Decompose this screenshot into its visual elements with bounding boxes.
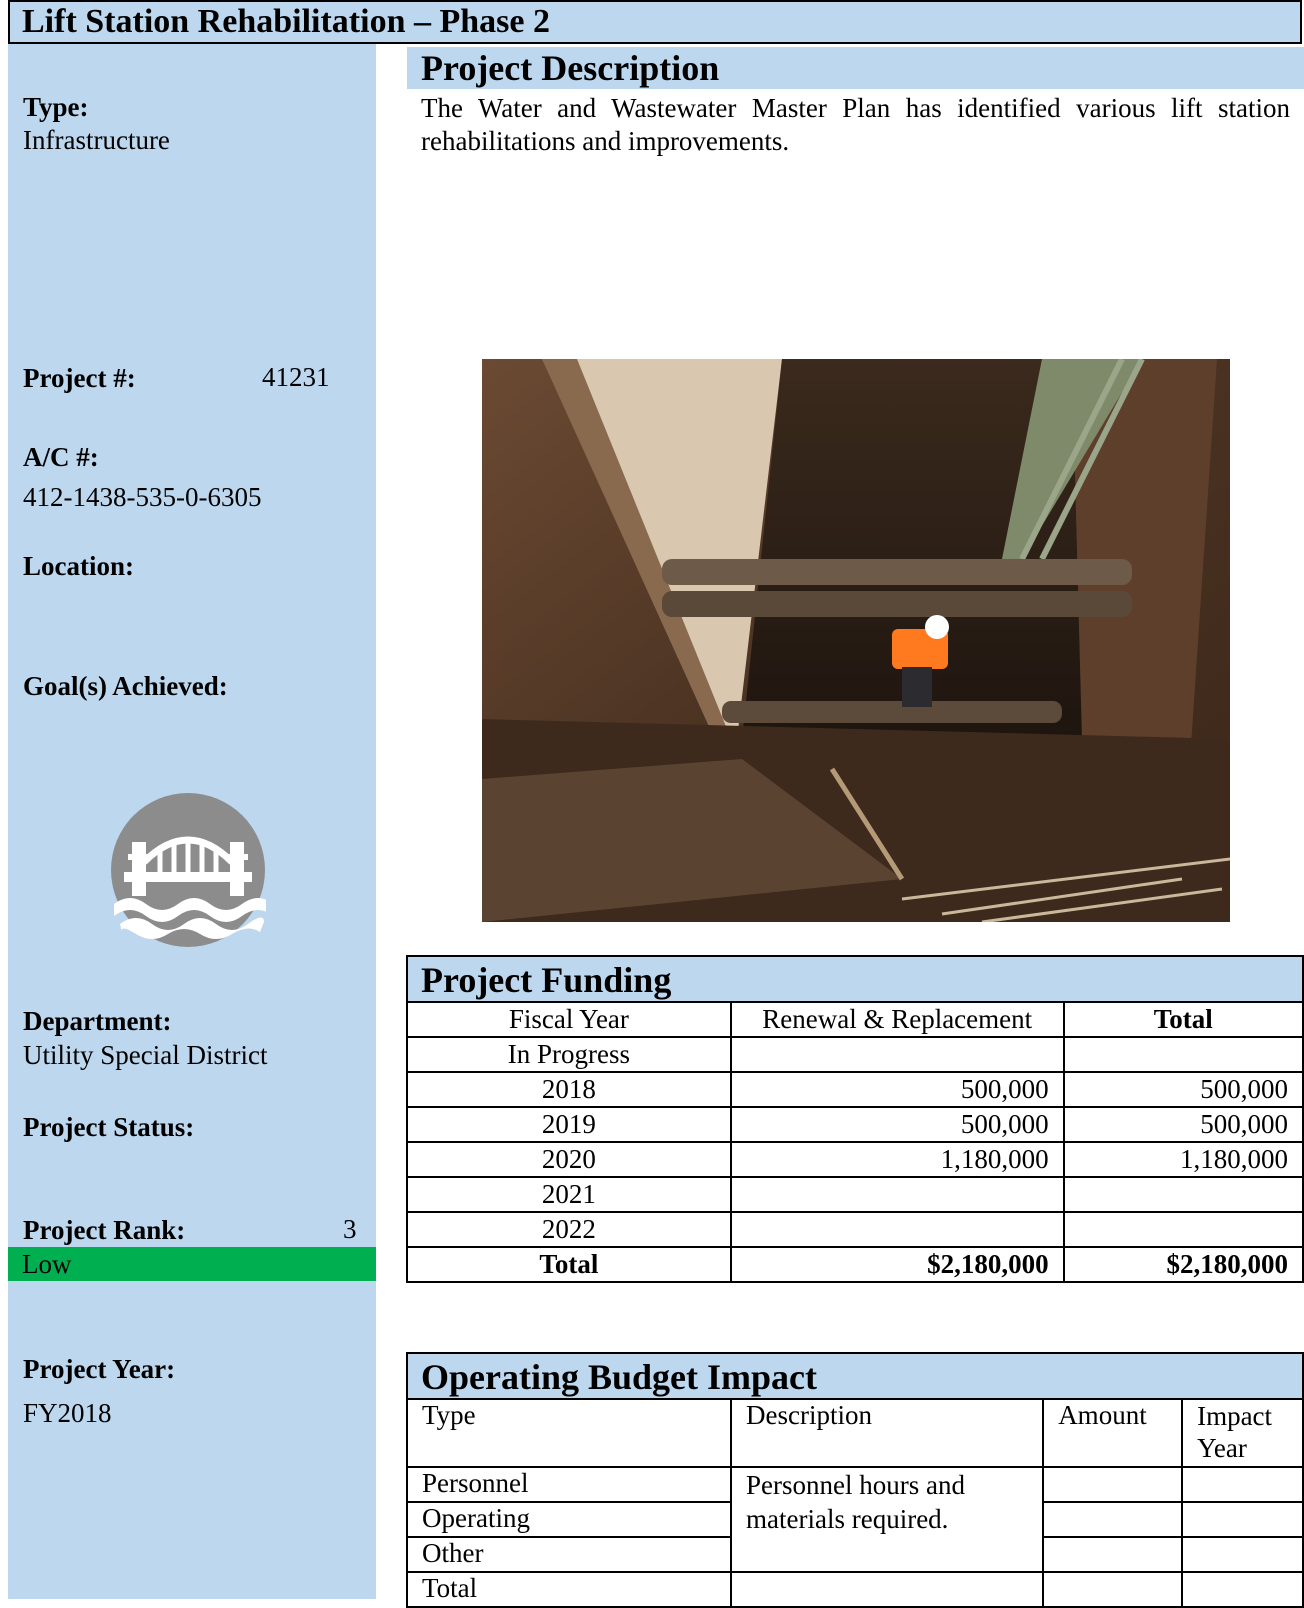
total-cell	[1062, 1211, 1304, 1248]
renewal-cell	[729, 1176, 1065, 1213]
project-number-label: Project #:	[23, 363, 136, 393]
operating-budget-heading: Operating Budget Impact	[421, 1357, 817, 1397]
operating-type-cell: Operating	[405, 1501, 733, 1538]
operating-col-description: Description	[730, 1398, 1045, 1468]
operating-amount-cell	[1042, 1536, 1184, 1573]
table-row: 2021	[406, 1176, 1304, 1213]
operating-impact-year-cell	[1181, 1571, 1304, 1608]
department-label: Department:	[23, 1006, 172, 1036]
fiscal-year-cell: In Progress	[406, 1036, 732, 1073]
project-description-heading: Project Description	[407, 47, 1304, 89]
ac-number-value: 412-1438-535-0-6305	[23, 482, 262, 512]
operating-col-amount: Amount	[1042, 1398, 1184, 1468]
fiscal-year-cell: 2019	[406, 1106, 732, 1143]
total-label-cell: Total	[406, 1246, 732, 1283]
table-row: 2020 1,180,000 1,180,000	[406, 1141, 1304, 1178]
renewal-cell	[729, 1036, 1065, 1073]
rank-level-badge: Low	[8, 1247, 376, 1281]
project-rank-label: Project Rank:	[23, 1215, 186, 1245]
operating-amount-cell	[1042, 1466, 1184, 1503]
funding-col-fiscal-year: Fiscal Year	[406, 1001, 732, 1038]
project-description-text: The Water and Wastewater Master Plan has…	[421, 93, 1290, 156]
renewal-cell	[729, 1211, 1065, 1248]
operating-description-cell: Personnel hours and materials required.	[730, 1466, 1045, 1573]
operating-budget-heading-bar: Operating Budget Impact	[406, 1352, 1304, 1398]
operating-total-row: Total	[405, 1571, 1304, 1608]
trench-excavation-photo	[482, 359, 1230, 922]
fiscal-year-cell: 2022	[406, 1211, 732, 1248]
table-row: Personnel Personnel hours and materials …	[405, 1466, 1304, 1573]
renewal-cell: 500,000	[729, 1071, 1065, 1108]
location-label: Location:	[23, 551, 134, 581]
operating-header-row: Type Description Amount Impact Year	[405, 1398, 1304, 1468]
project-number-value: 41231	[262, 362, 330, 392]
ac-number-label: A/C #:	[23, 442, 99, 472]
funding-col-renewal: Renewal & Replacement	[729, 1001, 1065, 1038]
total-cell: 1,180,000	[1062, 1141, 1304, 1178]
operating-description-total-cell	[730, 1571, 1045, 1608]
department-value: Utility Special District	[23, 1040, 268, 1070]
operating-budget-table: Type Description Amount Impact Year Pers…	[405, 1398, 1304, 1608]
operating-type-cell: Other	[405, 1536, 733, 1573]
renewal-cell: 500,000	[729, 1106, 1065, 1143]
fiscal-year-cell: 2020	[406, 1141, 732, 1178]
project-rank-value: 3	[343, 1214, 357, 1244]
operating-col-type: Type	[405, 1398, 733, 1468]
table-row: 2022	[406, 1211, 1304, 1248]
goals-label: Goal(s) Achieved:	[23, 671, 228, 701]
operating-impact-year-cell	[1181, 1466, 1304, 1503]
fiscal-year-cell: 2018	[406, 1071, 732, 1108]
project-funding-heading-bar: Project Funding	[406, 955, 1304, 1001]
operating-type-cell: Personnel	[405, 1466, 733, 1503]
fiscal-year-cell: 2021	[406, 1176, 732, 1213]
project-year-label: Project Year:	[23, 1354, 176, 1384]
operating-col-impact-year: Impact Year	[1181, 1398, 1304, 1468]
renewal-cell: 1,180,000	[729, 1141, 1065, 1178]
operating-amount-cell	[1042, 1501, 1184, 1538]
project-funding-table: Fiscal Year Renewal & Replacement Total …	[406, 1001, 1304, 1283]
total-cell: 500,000	[1062, 1106, 1304, 1143]
funding-total-row: Total $2,180,000 $2,180,000	[406, 1246, 1304, 1283]
total-cell	[1062, 1176, 1304, 1213]
type-value: Infrastructure	[23, 125, 170, 155]
table-row: 2019 500,000 500,000	[406, 1106, 1304, 1143]
funding-header-row: Fiscal Year Renewal & Replacement Total	[406, 1001, 1304, 1038]
operating-amount-cell	[1042, 1571, 1184, 1608]
project-year-value: FY2018	[23, 1398, 112, 1428]
total-cell	[1062, 1036, 1304, 1073]
page-title: Lift Station Rehabilitation – Phase 2	[22, 3, 550, 40]
total-cell: 500,000	[1062, 1071, 1304, 1108]
project-status-label: Project Status:	[23, 1112, 195, 1142]
table-row: 2018 500,000 500,000	[406, 1071, 1304, 1108]
operating-type-cell: Total	[405, 1571, 733, 1608]
funding-col-total: Total	[1062, 1001, 1304, 1038]
table-row: In Progress	[406, 1036, 1304, 1073]
bridge-over-water-icon	[110, 792, 274, 948]
renewal-total-cell: $2,180,000	[729, 1246, 1065, 1283]
operating-impact-year-cell	[1181, 1536, 1304, 1573]
type-label: Type:	[23, 92, 89, 122]
rank-level-text: Low	[22, 1249, 72, 1279]
operating-impact-year-cell	[1181, 1501, 1304, 1538]
grand-total-cell: $2,180,000	[1062, 1246, 1304, 1283]
project-funding-heading: Project Funding	[421, 960, 672, 1000]
